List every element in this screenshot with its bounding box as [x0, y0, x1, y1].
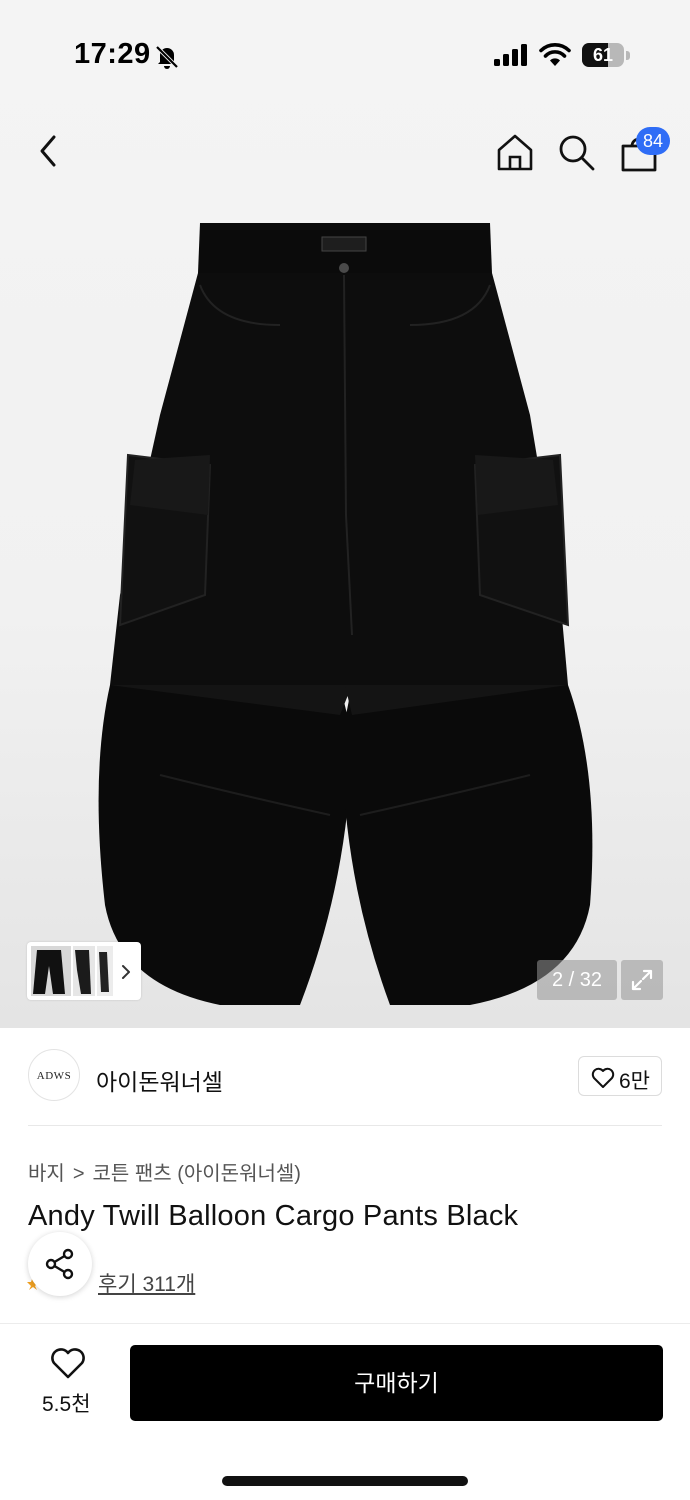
- bell-slash-icon: [155, 45, 179, 69]
- back-chevron-icon[interactable]: [36, 134, 62, 168]
- cart-badge: 84: [636, 127, 670, 155]
- wishlist-count: 5.5천: [42, 1393, 91, 1416]
- heart-icon: [591, 1067, 615, 1088]
- share-icon: [45, 1248, 74, 1280]
- expand-icon: [631, 969, 653, 991]
- battery-icon: 61: [582, 43, 630, 67]
- buy-button[interactable]: 구매하기: [130, 1345, 663, 1421]
- review-link[interactable]: 후기 311개: [98, 1268, 195, 1298]
- home-icon[interactable]: [495, 132, 535, 172]
- brand-like-count: 6만: [619, 1070, 650, 1093]
- chevron-right-icon: [122, 965, 130, 979]
- wifi-icon: [539, 43, 571, 66]
- image-counter: 2 / 32: [537, 960, 617, 1000]
- battery-level: 61: [592, 45, 614, 65]
- brand-name[interactable]: 아이돈워너셀: [96, 1063, 223, 1097]
- breadcrumb: 바지 > 코튼 팬츠 (아이돈워너셀): [28, 1157, 301, 1186]
- share-button[interactable]: [28, 1232, 92, 1296]
- divider: [28, 1125, 662, 1126]
- breadcrumb-category[interactable]: 바지: [28, 1157, 65, 1186]
- brand-logo[interactable]: ADWS: [28, 1049, 80, 1101]
- product-title: Andy Twill Balloon Cargo Pants Black: [28, 1200, 519, 1232]
- product-photo: [98, 223, 593, 1005]
- breadcrumb-subcategory[interactable]: 코튼 팬츠 (아이돈워너셀): [93, 1157, 301, 1186]
- expand-button[interactable]: [621, 960, 663, 1000]
- search-icon[interactable]: [556, 132, 596, 172]
- home-indicator: [222, 1476, 468, 1486]
- thumbnail-strip[interactable]: [27, 942, 141, 1000]
- status-time: 17:29: [74, 38, 151, 70]
- cellular-signal-icon: [494, 44, 527, 66]
- wishlist-heart-icon[interactable]: [50, 1348, 86, 1380]
- brand-like-button[interactable]: 6만: [578, 1056, 662, 1096]
- bottom-bar-divider: [0, 1323, 690, 1324]
- breadcrumb-separator-icon: >: [72, 1163, 85, 1185]
